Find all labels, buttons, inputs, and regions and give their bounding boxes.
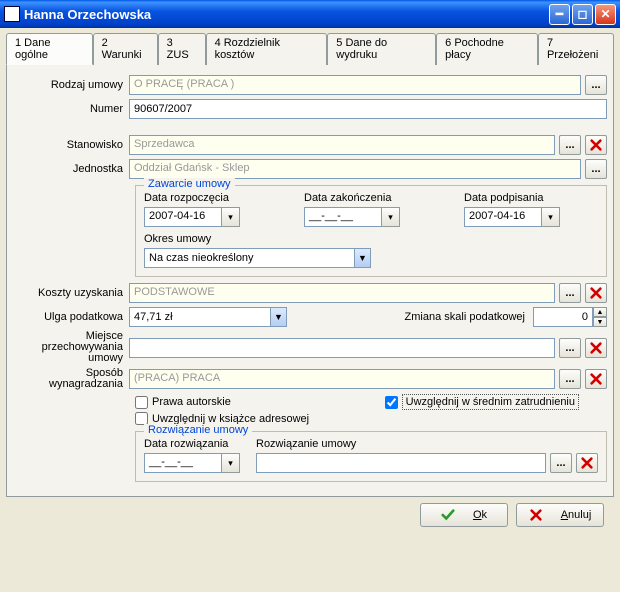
tab-rozdzielnik[interactable]: 4 Rozdzielnik kosztów [206,33,328,65]
stanowisko-delete-button[interactable] [585,135,607,155]
tab-dane-wydruku[interactable]: 5 Dane do wydruku [327,33,436,65]
zmiana-skali-spinner[interactable]: ▲▼ [533,307,607,327]
window-title: Hanna Orzechowska [24,7,547,22]
jednostka-field: Oddział Gdańsk - Sklep [129,159,581,179]
numer-input[interactable] [129,99,607,119]
data-rozpoczecia-picker-button[interactable]: ▾ [222,207,240,227]
data-zakonczenia-input[interactable]: __-__-__ [304,207,382,227]
label-zmiana-skali: Zmiana skali podatkowej [287,311,533,323]
label-ulga-podatkowa: Ulga podatkowa [13,311,129,323]
legend-rozwiazanie-umowy: Rozwiązanie umowy [144,424,252,436]
data-zakonczenia-picker-button[interactable]: ▾ [382,207,400,227]
cancel-icon [529,508,543,522]
chevron-down-icon: ▼ [354,249,370,267]
ulga-podatkowa-select[interactable]: 47,71 zł ▼ [129,307,287,327]
label-okres-umowy: Okres umowy [144,233,371,245]
rozwiazanie-browse-button[interactable]: ... [550,453,572,473]
tab-pochodne[interactable]: 6 Pochodne płacy [436,33,538,65]
label-rodzaj-umowy: Rodzaj umowy [13,79,129,91]
label-rozwiazanie-umowy: Rozwiązanie umowy [256,438,598,450]
stanowisko-field: Sprzedawca [129,135,555,155]
label-koszty-uzyskania: Koszty uzyskania [13,287,129,299]
legend-zawarcie-umowy: Zawarcie umowy [144,178,235,190]
spin-down-button[interactable]: ▼ [593,317,607,327]
rozwiazanie-delete-button[interactable] [576,453,598,473]
koszty-delete-button[interactable] [585,283,607,303]
okres-umowy-select[interactable]: Na czas nieokreślony ▼ [144,248,371,268]
prawa-autorskie-checkbox[interactable] [135,396,148,409]
miejsce-delete-button[interactable] [585,338,607,358]
group-zawarcie-umowy: Zawarcie umowy Data rozpoczęcia 2007-04-… [135,185,607,277]
label-data-podpisania: Data podpisania [464,192,598,204]
tab-warunki[interactable]: 2 Warunki [93,33,158,65]
tab-zus[interactable]: 3 ZUS [158,33,206,65]
rozwiazanie-umowy-input[interactable] [256,453,546,473]
label-data-rozwiazania: Data rozwiązania [144,438,240,450]
tab-dane-ogolne[interactable]: 1 Dane ogólne [6,33,93,65]
sposob-delete-button[interactable] [585,369,607,389]
group-rozwiazanie-umowy: Rozwiązanie umowy Data rozwiązania __-__… [135,431,607,482]
label-jednostka: Jednostka [13,163,129,175]
sposob-browse-button[interactable]: ... [559,369,581,389]
data-podpisania-picker-button[interactable]: ▾ [542,207,560,227]
rodzaj-umowy-browse-button[interactable]: ... [585,75,607,95]
label-data-rozpoczecia: Data rozpoczęcia [144,192,278,204]
miejsce-przechowywania-input[interactable] [129,338,555,358]
jednostka-browse-button[interactable]: ... [585,159,607,179]
maximize-button[interactable]: ◻ [572,4,593,25]
checkbox-prawa-autorskie[interactable]: Prawa autorskie [135,396,231,409]
data-rozwiazania-input[interactable]: __-__-__ [144,453,222,473]
cancel-label: Anuluj [561,509,592,521]
dialog-footer: Ok Anuluj [6,497,614,533]
checkbox-uwzglednij-srednim[interactable]: Uwzględnij w średnim zatrudnieniu [385,394,579,410]
sposob-wynagradzania-field: (PRACA) PRACA [129,369,555,389]
stanowisko-browse-button[interactable]: ... [559,135,581,155]
data-rozwiazania-picker-button[interactable]: ▾ [222,453,240,473]
zmiana-skali-input[interactable] [533,307,593,327]
data-podpisania-input[interactable]: 2007-04-16 [464,207,542,227]
chevron-down-icon: ▼ [270,308,286,326]
label-data-zakonczenia: Data zakończenia [304,192,438,204]
app-icon [4,6,20,22]
label-numer: Numer [13,103,129,115]
label-sposob-wynagradzania: Sposób wynagradzania [13,368,129,390]
tab-bar: 1 Dane ogólne 2 Warunki 3 ZUS 4 Rozdziel… [6,32,614,65]
label-stanowisko: Stanowisko [13,139,129,151]
koszty-browse-button[interactable]: ... [559,283,581,303]
cancel-button[interactable]: Anuluj [516,503,604,527]
uwzglednij-srednim-checkbox[interactable] [385,396,398,409]
label-miejsce-przechowywania: Miejsce przechowywania umowy [13,331,129,364]
panel-dane-ogolne: Rodzaj umowy O PRACĘ (PRACA ) ... Numer … [6,65,614,497]
tab-przelozeni[interactable]: 7 Przełożeni [538,33,614,65]
minimize-button[interactable]: ━ [549,4,570,25]
rodzaj-umowy-field: O PRACĘ (PRACA ) [129,75,581,95]
koszty-uzyskania-field: PODSTAWOWE [129,283,555,303]
ok-label: Ok [473,509,487,521]
miejsce-browse-button[interactable]: ... [559,338,581,358]
close-button[interactable]: ✕ [595,4,616,25]
check-icon [441,508,455,522]
spin-up-button[interactable]: ▲ [593,307,607,317]
ok-button[interactable]: Ok [420,503,508,527]
data-rozpoczecia-input[interactable]: 2007-04-16 [144,207,222,227]
titlebar: Hanna Orzechowska ━ ◻ ✕ [0,0,620,28]
